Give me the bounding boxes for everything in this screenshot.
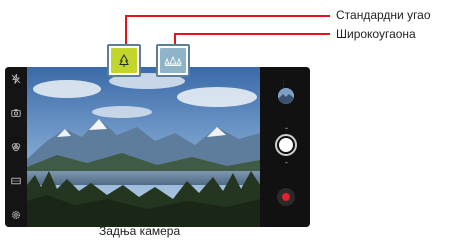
callout-line-wide-horizontal [174,33,330,35]
standard-angle-label: Стандардни угао [336,8,431,22]
right-controls: · · · ⌃ ⌃ [260,67,310,227]
tree-icon [119,53,129,67]
wide-lens-fill [160,48,186,73]
standard-lens-button[interactable] [107,44,141,77]
callout-line-standard-horizontal [125,15,330,17]
wide-angle-label: Широкоугаона [336,27,416,41]
rear-camera-caption: Задња камера [99,224,181,238]
mode-label-top: · · · [280,80,287,88]
viewfinder-landscape [27,67,260,227]
left-toolbar [5,67,27,227]
record-button-icon[interactable] [277,188,295,206]
camera-screen: · · · ⌃ ⌃ [5,67,310,227]
shutter-button-icon[interactable] [275,134,297,156]
callout-line-standard-vertical [125,15,127,45]
filter-icon[interactable] [10,141,22,153]
aspect-ratio-icon[interactable] [10,175,22,187]
gallery-thumbnail-icon[interactable] [278,88,294,104]
zoom-chevron-up-icon: ⌃ [284,128,290,134]
zoom-chevron-down-icon: ⌃ [284,157,290,163]
wide-angle-trees-icon [164,55,182,66]
camera-switch-icon[interactable] [10,107,22,119]
standard-lens-fill [111,48,137,73]
wide-lens-button[interactable] [156,44,190,77]
settings-icon[interactable] [10,209,22,221]
flash-off-icon[interactable] [10,73,22,85]
